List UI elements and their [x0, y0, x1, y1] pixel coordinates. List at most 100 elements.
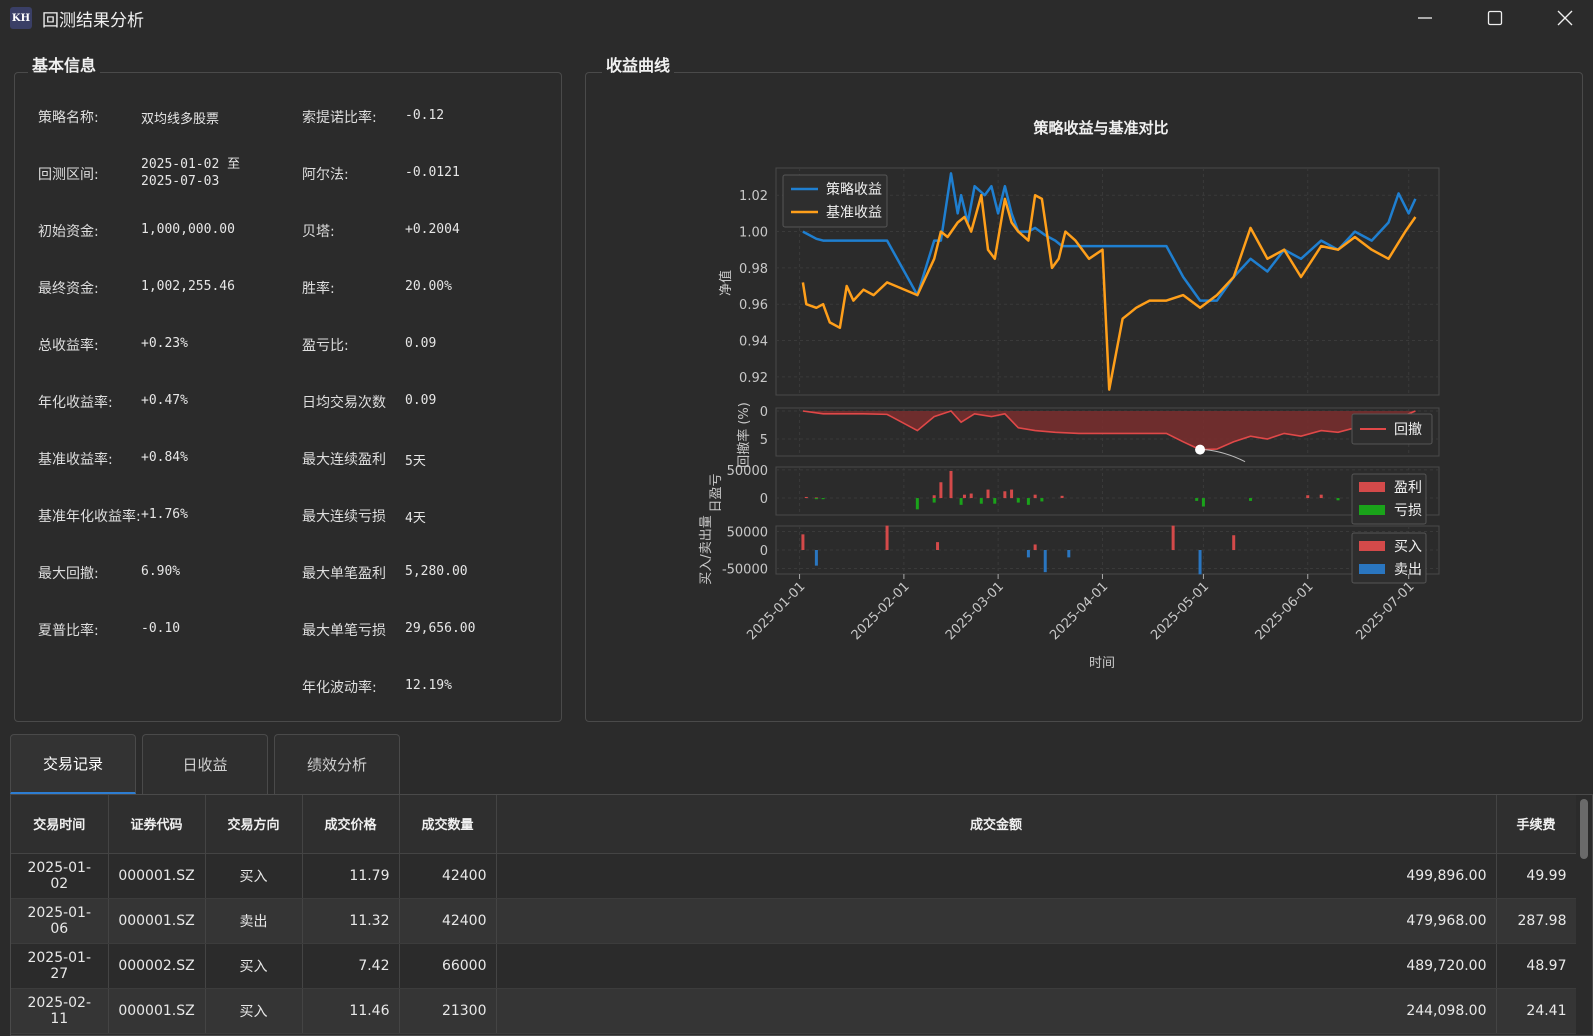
pnl-bar — [814, 498, 818, 500]
x-tick-label: 2025-06-01 — [1253, 579, 1317, 643]
table-scrollbar[interactable] — [1576, 795, 1592, 1035]
y-axis-label: 日盈亏 — [709, 473, 724, 512]
table-cell: 2025-02-11 — [11, 988, 109, 1034]
pnl-bar — [915, 498, 919, 510]
table-cell: 000001.SZ — [108, 988, 206, 1034]
table-cell: 48.97 — [1496, 943, 1577, 989]
table-cell: 489,720.00 — [496, 943, 1497, 989]
pnl-bar — [1003, 491, 1007, 499]
info-label: 贝塔: — [302, 224, 335, 240]
info-value: +0.47% — [141, 393, 188, 408]
column-header[interactable]: 成交金额 — [496, 795, 1497, 854]
table-row[interactable]: 2025-01-06 000001.SZ 卖出 11.32 42400 479,968.0… — [11, 898, 1577, 944]
column-header[interactable]: 成交价格 — [302, 795, 400, 854]
legend-swatch — [1359, 482, 1385, 492]
pnl-bar — [949, 470, 953, 499]
info-value: -0.0121 — [405, 165, 460, 180]
minimize-button[interactable] — [1390, 0, 1460, 36]
info-label: 年化波动率: — [302, 680, 377, 696]
close-button[interactable] — [1530, 0, 1593, 36]
volume-bar — [1026, 550, 1030, 558]
pnl-bar — [1010, 489, 1014, 499]
legend-swatch — [1359, 564, 1385, 574]
info-value: -0.10 — [141, 621, 181, 636]
x-tick-label: 2025-02-01 — [849, 579, 913, 643]
x-tick-label: 2025-03-01 — [943, 579, 1007, 643]
info-label: 策略名称: — [38, 110, 99, 126]
close-icon — [1557, 10, 1573, 26]
column-header[interactable]: 交易方向 — [205, 795, 303, 854]
info-value: 0.09 — [405, 393, 437, 408]
pnl-bar — [1306, 495, 1310, 499]
maximize-button[interactable] — [1460, 0, 1530, 36]
table-cell: 买入 — [205, 853, 303, 899]
column-header[interactable]: 证券代码 — [108, 795, 206, 854]
info-label: 最大回撤: — [38, 566, 99, 582]
y-tick-label: 1.00 — [739, 226, 768, 241]
info-value: -0.12 — [405, 108, 445, 123]
legend-label: 亏损 — [1394, 503, 1422, 519]
app-logo-icon: KH — [10, 7, 32, 29]
table-row[interactable]: 2025-02-11 000001.SZ 买入 11.46 21300 244,098.0… — [11, 988, 1577, 1034]
y-tick-label: 0.98 — [739, 262, 768, 277]
info-value: +0.2004 — [405, 222, 460, 237]
pnl-bar — [939, 482, 943, 499]
info-value: 4天 — [405, 511, 426, 526]
table-cell: 66000 — [399, 943, 497, 989]
volume-bar — [885, 525, 889, 550]
legend-swatch — [1359, 541, 1385, 551]
info-label: 基准年化收益率: — [38, 509, 140, 525]
pnl-bar — [979, 498, 983, 504]
trade-records-table: 交易时间 证券代码 交易方向 成交价格 成交数量 成交金额 手续费 2025-01-02 00… — [10, 794, 1593, 1036]
table-row[interactable]: 2025-01-02 000001.SZ 买入 11.79 42400 499,896.0… — [11, 853, 1577, 899]
legend-label: 基准收益 — [826, 204, 882, 221]
table-cell: 479,968.00 — [496, 898, 1497, 944]
info-label: 盈亏比: — [302, 338, 349, 354]
info-label: 初始资金: — [38, 224, 99, 240]
info-label: 索提诺比率: — [302, 110, 377, 126]
info-value: 5,280.00 — [405, 564, 468, 579]
volume-bar — [1067, 550, 1071, 558]
pnl-bar — [1016, 498, 1020, 503]
pnl-bar — [1249, 498, 1253, 501]
pnl-bar — [962, 494, 966, 499]
legend-label: 回撤 — [1394, 422, 1422, 438]
column-header[interactable]: 交易时间 — [11, 795, 109, 854]
column-header[interactable]: 手续费 — [1496, 795, 1577, 854]
table-cell: 000001.SZ — [108, 898, 206, 944]
info-label: 最大连续亏损 — [302, 509, 386, 525]
info-value: 5天 — [405, 454, 426, 469]
tab-performance-analysis[interactable]: 绩效分析 — [274, 734, 400, 794]
scrollbar-thumb[interactable] — [1580, 799, 1588, 859]
y-tick-label: 0.94 — [739, 335, 768, 350]
table-cell: 2025-01-06 — [11, 898, 109, 944]
basic-info-title: 基本信息 — [28, 52, 101, 76]
table-row[interactable]: 2025-01-27 000002.SZ 买入 7.42 66000 489,720.00… — [11, 943, 1577, 989]
minimize-icon — [1418, 17, 1432, 19]
table-cell: 2025-01-27 — [11, 943, 109, 989]
x-tick-label: 2025-05-01 — [1148, 579, 1212, 643]
info-label: 最终资金: — [38, 281, 99, 297]
pnl-bar — [1201, 498, 1205, 507]
table-cell: 49.99 — [1496, 853, 1577, 899]
pnl-bar — [932, 495, 936, 499]
info-label: 最大连续盈利 — [302, 452, 386, 468]
table-cell: 42400 — [399, 898, 497, 944]
table-cell: 42400 — [399, 853, 497, 899]
info-value: 1,000,000.00 — [141, 222, 235, 237]
info-value: +1.76% — [141, 507, 188, 522]
table-cell: 24.41 — [1496, 988, 1577, 1034]
tab-daily-returns[interactable]: 日收益 — [142, 734, 268, 794]
pnl-bar — [1033, 494, 1037, 499]
info-value: 20.00% — [405, 279, 452, 294]
table-cell: 7.42 — [302, 943, 400, 989]
pnl-bar — [993, 498, 997, 504]
legend-swatch — [1359, 505, 1385, 515]
column-header[interactable]: 成交数量 — [399, 795, 497, 854]
y-axis-label: 回撤率 (%) — [736, 402, 752, 468]
info-label: 最大单笔亏损 — [302, 623, 386, 639]
info-label: 总收益率: — [38, 338, 99, 354]
volume-bar — [1232, 535, 1236, 550]
tab-trade-records[interactable]: 交易记录 — [10, 734, 136, 794]
legend-label: 策略收益 — [826, 181, 882, 198]
